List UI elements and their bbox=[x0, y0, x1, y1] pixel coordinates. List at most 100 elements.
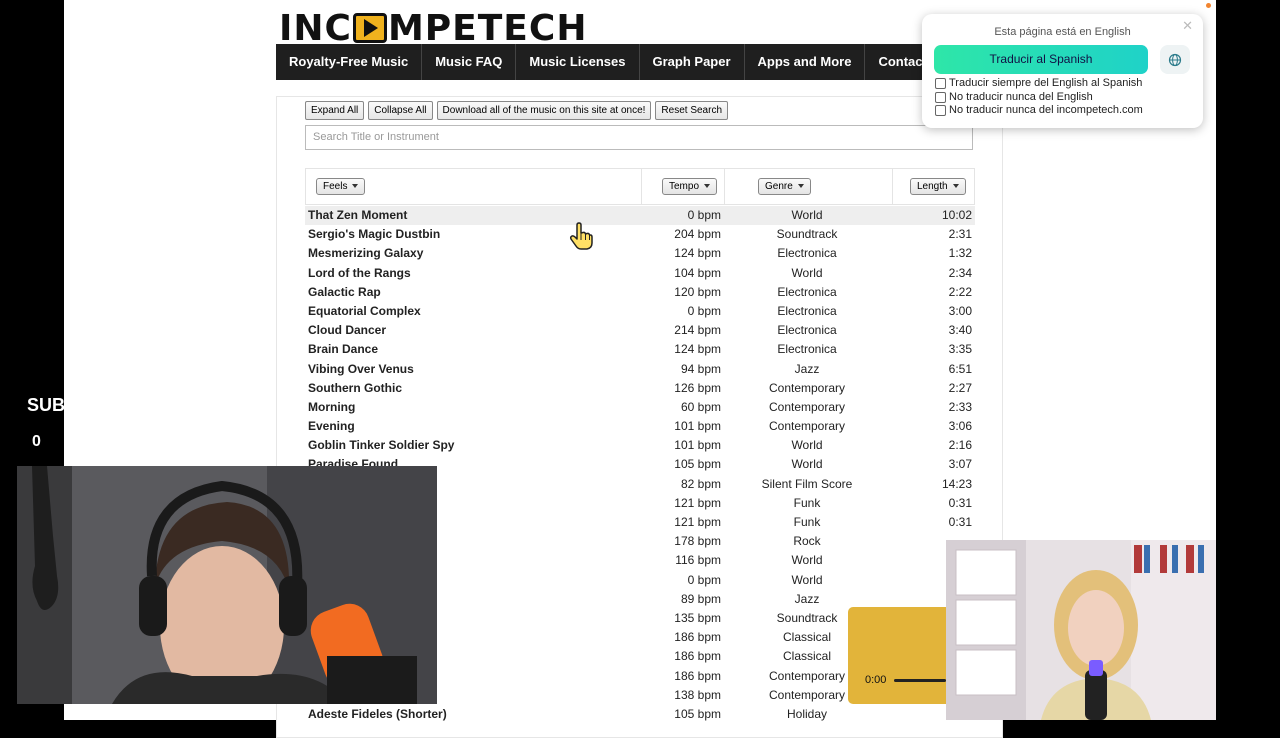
track-title[interactable]: Brain Dance bbox=[308, 340, 378, 359]
nav-item-music-licenses[interactable]: Music Licenses bbox=[516, 44, 640, 80]
track-row[interactable]: Galactic Rap 120 bpm Electronica 2:22 bbox=[305, 283, 975, 302]
track-title[interactable]: Goblin Tinker Soldier Spy bbox=[308, 436, 454, 455]
always-translate-checkbox[interactable] bbox=[935, 77, 946, 89]
audio-player[interactable]: 0:00 bbox=[848, 607, 946, 704]
track-length: 0:31 bbox=[948, 515, 972, 529]
tempo-label: Tempo bbox=[669, 181, 700, 192]
track-row[interactable]: Lord of the Rangs 104 bpm World 2:34 bbox=[305, 264, 975, 283]
never-translate-site-label: No traducir nunca del incompetech.com bbox=[949, 104, 1143, 116]
track-row[interactable]: Southern Gothic 126 bpm Contemporary 2:27 bbox=[305, 379, 975, 398]
track-title[interactable]: Adeste Fideles (Shorter) bbox=[308, 705, 447, 724]
player-progress-bar[interactable] bbox=[894, 679, 946, 682]
player-time: 0:00 bbox=[865, 674, 887, 686]
track-title[interactable]: That Zen Moment bbox=[308, 206, 407, 225]
track-genre: Electronica bbox=[777, 303, 837, 318]
search-input[interactable]: Search Title or Instrument bbox=[305, 125, 973, 150]
streamer-webcam bbox=[17, 466, 437, 704]
genre-dropdown[interactable]: Genre bbox=[758, 178, 811, 195]
chevron-down-icon bbox=[797, 184, 804, 189]
nav-item-royalty-free-music[interactable]: Royalty-Free Music bbox=[276, 44, 423, 80]
chevron-down-icon bbox=[352, 184, 359, 189]
reset-search-button[interactable]: Reset Search bbox=[655, 101, 729, 120]
track-length: 10:02 bbox=[941, 208, 972, 222]
close-icon[interactable]: ✕ bbox=[1182, 18, 1193, 34]
track-row[interactable]: Goblin Tinker Soldier Spy 101 bpm World 2:1… bbox=[305, 436, 975, 455]
track-row[interactable]: Equatorial Complex 0 bpm Electronica 3:00 bbox=[305, 302, 975, 321]
track-genre: Soundtrack bbox=[776, 227, 838, 242]
globe-icon[interactable] bbox=[1160, 45, 1190, 74]
collapse-all-button[interactable]: Collapse All bbox=[368, 101, 433, 120]
track-row[interactable]: Cloud Dancer 214 bpm Electronica 3:40 bbox=[305, 321, 975, 340]
always-translate-label: Traducir siempre del English al Spanish bbox=[949, 77, 1143, 89]
track-row[interactable]: Adeste Fideles (Shorter) 105 bpm Holiday bbox=[305, 705, 975, 724]
track-tempo: 124 bpm bbox=[674, 342, 721, 357]
chevron-down-icon bbox=[704, 184, 711, 189]
logo-text-start: INC bbox=[279, 7, 352, 49]
main-nav: Royalty-Free Music Music FAQ Music Licen… bbox=[276, 44, 949, 80]
track-title[interactable]: Mesmerizing Galaxy bbox=[308, 244, 423, 263]
track-tempo: 82 bpm bbox=[680, 476, 721, 491]
track-genre: Electronica bbox=[777, 323, 837, 338]
track-row[interactable]: Brain Dance 124 bpm Electronica 3:35 bbox=[305, 340, 975, 359]
track-length: 3:35 bbox=[948, 342, 972, 357]
track-row[interactable]: Sergio's Magic Dustbin 204 bpm Soundtrack 2… bbox=[305, 225, 975, 244]
track-tempo: 60 bpm bbox=[680, 399, 721, 414]
never-translate-language-label: No traducir nunca del English bbox=[949, 91, 1093, 103]
track-tempo: 124 bpm bbox=[674, 246, 721, 261]
track-title[interactable]: Southern Gothic bbox=[308, 379, 402, 398]
track-title[interactable]: Vibing Over Venus bbox=[308, 360, 414, 379]
never-translate-language-option[interactable]: No traducir nunca del English bbox=[935, 91, 1093, 103]
track-tempo: 186 bpm bbox=[674, 668, 721, 683]
track-length: 2:33 bbox=[948, 399, 972, 414]
track-title[interactable]: Cloud Dancer bbox=[308, 321, 386, 340]
filter-header: Feels Tempo Genre Length bbox=[305, 168, 975, 205]
play-icon bbox=[352, 13, 387, 43]
track-row[interactable]: Mesmerizing Galaxy 124 bpm Electronica 1:32 bbox=[305, 244, 975, 263]
track-genre: Jazz bbox=[794, 361, 820, 376]
genre-column: Genre bbox=[724, 169, 893, 204]
track-title[interactable]: Equatorial Complex bbox=[308, 302, 421, 321]
track-genre: World bbox=[791, 438, 823, 453]
never-translate-site-option[interactable]: No traducir nunca del incompetech.com bbox=[935, 104, 1143, 116]
track-length: 3:06 bbox=[948, 419, 972, 434]
track-length: 6:51 bbox=[948, 361, 972, 376]
nav-item-graph-paper[interactable]: Graph Paper bbox=[640, 44, 745, 80]
download-all-button[interactable]: Download all of the music on this site a… bbox=[436, 101, 652, 120]
track-tempo: 105 bpm bbox=[674, 457, 721, 472]
track-tempo: 0 bpm bbox=[687, 572, 721, 587]
feels-column: Feels bbox=[306, 169, 642, 204]
translate-button[interactable]: Traducir al Spanish bbox=[934, 45, 1148, 74]
expand-all-button[interactable]: Expand All bbox=[305, 101, 365, 120]
track-length: 3:07 bbox=[948, 457, 972, 472]
track-title[interactable]: Lord of the Rangs bbox=[308, 264, 411, 283]
track-row[interactable]: Vibing Over Venus 94 bpm Jazz 6:51 bbox=[305, 360, 975, 379]
track-row[interactable]: Morning 60 bpm Contemporary 2:33 bbox=[305, 398, 975, 417]
track-title[interactable]: Galactic Rap bbox=[308, 283, 381, 302]
feels-label: Feels bbox=[323, 181, 348, 192]
track-genre: Contemporary bbox=[768, 419, 846, 434]
track-title[interactable]: Evening bbox=[308, 417, 355, 436]
tempo-dropdown[interactable]: Tempo bbox=[662, 178, 718, 195]
track-length: 2:31 bbox=[948, 227, 972, 242]
never-translate-language-checkbox[interactable] bbox=[935, 91, 946, 103]
feels-dropdown[interactable]: Feels bbox=[316, 178, 366, 195]
track-tempo: 101 bpm bbox=[674, 419, 721, 434]
always-translate-option[interactable]: Traducir siempre del English al Spanish bbox=[935, 77, 1142, 89]
logo-text-end: MPETECH bbox=[387, 7, 588, 49]
never-translate-site-checkbox[interactable] bbox=[935, 104, 946, 116]
track-row[interactable]: Evening 101 bpm Contemporary 3:06 bbox=[305, 417, 975, 436]
track-title[interactable]: Sergio's Magic Dustbin bbox=[308, 225, 440, 244]
track-genre: Holiday bbox=[786, 706, 828, 721]
track-tempo: 116 bpm bbox=[675, 553, 721, 568]
track-genre: Rock bbox=[793, 534, 821, 549]
guest-webcam bbox=[946, 540, 1216, 720]
nav-item-music-faq[interactable]: Music FAQ bbox=[422, 44, 517, 80]
track-genre: Funk bbox=[793, 515, 821, 529]
track-row[interactable]: That Zen Moment 0 bpm World 10:02 bbox=[305, 206, 975, 226]
nav-item-apps-and-more[interactable]: Apps and More bbox=[745, 44, 866, 80]
site-logo[interactable]: INC MPETECH bbox=[279, 7, 588, 49]
track-tempo: 138 bpm bbox=[674, 687, 721, 702]
length-dropdown[interactable]: Length bbox=[910, 178, 966, 195]
notification-dot bbox=[1206, 3, 1211, 8]
track-title[interactable]: Morning bbox=[308, 398, 355, 417]
